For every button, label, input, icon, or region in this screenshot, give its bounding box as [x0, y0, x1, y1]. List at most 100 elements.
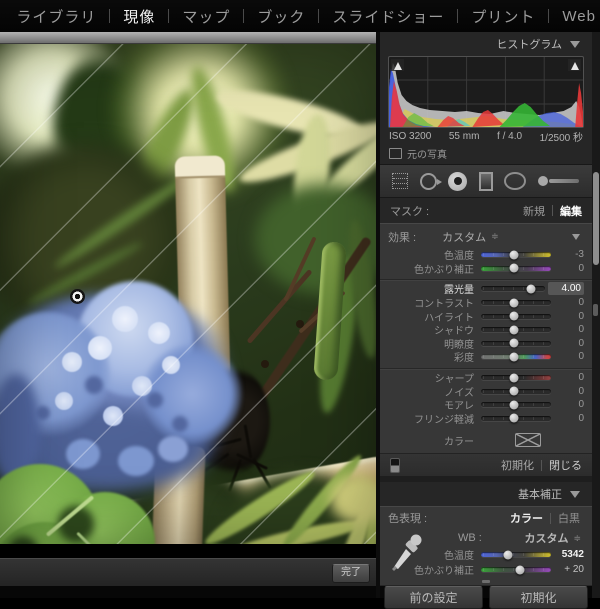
tool-strip — [380, 164, 592, 198]
slider-knob[interactable] — [509, 263, 519, 273]
slider-value: 0 — [578, 372, 584, 384]
original-photo-label: 元の写真 — [407, 149, 447, 161]
mask-new-button[interactable]: 新規 — [523, 203, 545, 219]
collapse-triangle-icon[interactable] — [572, 233, 580, 240]
slider-knob[interactable] — [515, 565, 524, 575]
basic-panel-header[interactable]: 基本補正 — [380, 482, 592, 507]
white-balance-zone: WB : カスタム ≑ 色温度 5342 色かぶり補正 + 20 — [380, 529, 592, 577]
graduated-filter-tool-icon[interactable] — [478, 171, 493, 191]
dropdown-caret-icon: ≑ — [573, 532, 580, 543]
contrast-slider-track[interactable] — [481, 298, 551, 308]
slider-knob[interactable] — [526, 284, 536, 294]
exif-focal-length: 55 mm — [448, 131, 480, 142]
scrollbar-marker — [593, 304, 598, 316]
mask-edit-button[interactable]: 編集 — [560, 203, 582, 219]
nav-web[interactable]: Web — [562, 8, 596, 25]
panel-resize-nub[interactable] — [380, 577, 592, 585]
slider-knob[interactable] — [503, 550, 513, 560]
effects-reset-button[interactable]: 初期化 — [501, 457, 534, 473]
slider-knob[interactable] — [509, 352, 519, 362]
exposure-slider-track[interactable] — [481, 284, 545, 294]
nav-library[interactable]: ライブラリ — [16, 6, 96, 27]
scrollbar-thumb[interactable] — [593, 172, 599, 265]
slider-value: 0 — [578, 385, 584, 397]
basic-title: 基本補正 — [518, 489, 562, 502]
photo-diagonal-lines — [0, 44, 378, 544]
temp-slider-track[interactable] — [481, 250, 551, 260]
nav-separator — [243, 9, 245, 23]
original-photo-checkbox[interactable] — [389, 147, 402, 159]
moire-slider-track[interactable] — [481, 400, 551, 410]
effects-close-button[interactable]: 閉じる — [549, 457, 582, 473]
adjustment-pin[interactable] — [70, 289, 85, 304]
adjustment-brush-tool-icon[interactable] — [537, 175, 580, 187]
clarity-slider-track[interactable] — [481, 338, 551, 348]
highlight-clipping-indicator[interactable] — [568, 59, 581, 71]
slider-row: シャドウ 0 — [380, 323, 592, 337]
slider-row: フリンジ軽減 0 — [380, 412, 592, 426]
nav-print[interactable]: プリント — [471, 6, 535, 27]
photo-canvas[interactable] — [0, 44, 378, 544]
histogram-panel-header[interactable]: ヒストグラム — [380, 32, 592, 56]
noise-slider-track[interactable] — [481, 386, 551, 396]
slider-knob[interactable] — [509, 338, 519, 348]
radial-filter-tool-icon[interactable] — [504, 172, 527, 190]
wb-label: WB : — [458, 532, 482, 545]
treatment-color-button[interactable]: カラー — [510, 510, 543, 526]
slider-knob[interactable] — [509, 325, 519, 335]
slider-label: 彩度 — [454, 353, 474, 365]
slider-value: 5342 — [561, 549, 584, 561]
effects-header: 効果 : カスタム ≑ — [380, 227, 592, 246]
wb-preset-dropdown[interactable]: カスタム — [524, 530, 568, 546]
effects-preset-dropdown[interactable]: カスタム — [442, 229, 486, 245]
effects-footer: 初期化 閉じる — [380, 453, 592, 477]
slider-group-detail: シャープ 0 ノイズ 0 モアレ 0 フリンジ軽減 0 — [380, 367, 592, 429]
nav-separator — [318, 9, 320, 23]
wb-eyedropper-icon[interactable] — [388, 531, 426, 572]
slider-knob[interactable] — [509, 311, 519, 321]
collapse-triangle-icon[interactable] — [570, 490, 580, 498]
slider-knob[interactable] — [509, 250, 519, 260]
nav-separator — [168, 9, 170, 23]
slider-value: 0 — [578, 412, 584, 424]
panel-switch-icon[interactable] — [390, 457, 400, 473]
panel-buttons: 前の設定 初期化 — [380, 585, 592, 609]
wb-tint-slider-track[interactable] — [481, 565, 551, 575]
slider-knob[interactable] — [509, 298, 519, 308]
spot-removal-tool-icon[interactable] — [419, 172, 442, 190]
slider-knob[interactable] — [509, 400, 519, 410]
wb-temp-slider-track[interactable] — [481, 550, 551, 560]
nav-develop[interactable]: 現像 — [123, 6, 155, 27]
shadows-slider-track[interactable] — [481, 325, 551, 335]
slider-row: 色温度 -3 — [380, 248, 592, 262]
slider-knob[interactable] — [509, 373, 519, 383]
histogram[interactable] — [388, 56, 584, 128]
nav-book[interactable]: ブック — [257, 6, 305, 27]
slider-row: 色かぶり補正 0 — [380, 262, 592, 276]
slider-value: 0 — [578, 310, 584, 322]
shadow-clipping-indicator[interactable] — [391, 59, 404, 71]
mask-bar: マスク : 新規 編集 — [380, 198, 592, 223]
exif-info-row: ISO 3200 55 mm f / 4.0 1/2500 秒 — [380, 128, 592, 145]
sharpness-slider-track[interactable] — [481, 373, 551, 383]
treatment-label: 色表現 : — [388, 513, 428, 526]
nav-separator — [548, 9, 550, 23]
crop-tool-icon[interactable] — [392, 173, 408, 189]
tint-slider-track[interactable] — [481, 263, 551, 273]
treatment-bw-button[interactable]: 白黒 — [558, 510, 580, 526]
nav-map[interactable]: マップ — [182, 6, 230, 27]
collapse-triangle-icon[interactable] — [570, 40, 580, 48]
active-tool-icon[interactable] — [448, 171, 468, 191]
panel-scrollbar[interactable] — [592, 32, 600, 598]
exif-shutter: 1/2500 秒 — [539, 133, 583, 144]
nav-slideshow[interactable]: スライドショー — [332, 6, 444, 27]
slider-knob[interactable] — [509, 413, 519, 423]
color-swatch-none[interactable] — [515, 433, 541, 448]
defringe-slider-track[interactable] — [481, 413, 551, 423]
slider-knob[interactable] — [509, 386, 519, 396]
done-button[interactable]: 完了 — [332, 564, 370, 583]
highlights-slider-track[interactable] — [481, 311, 551, 321]
saturation-slider-track[interactable] — [481, 352, 551, 362]
slider-label: フリンジ軽減 — [414, 414, 474, 426]
color-row: カラー — [380, 429, 592, 453]
